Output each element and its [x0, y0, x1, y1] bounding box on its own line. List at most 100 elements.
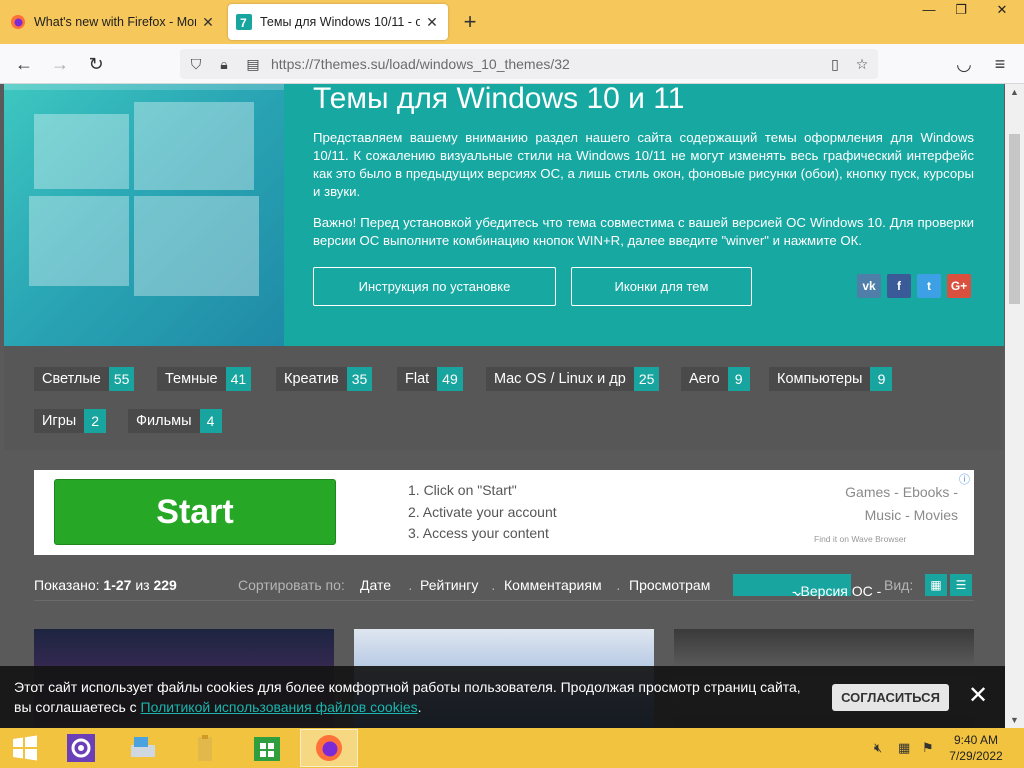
sort-separator: · [616, 580, 621, 596]
category-name: Игры [42, 413, 77, 429]
forward-arrow-icon[interactable]: → [46, 50, 74, 78]
category-count: 49 [437, 367, 463, 391]
cookie-accept-button[interactable]: СОГЛАСИТЬСЯ [832, 684, 949, 711]
sort-by-comments[interactable]: Комментариям [504, 577, 602, 593]
category-count: 4 [199, 409, 222, 433]
tab-firefox-whats-new[interactable]: What's new with Firefox - More ✕ [2, 4, 224, 40]
start-windows-icon[interactable] [0, 729, 50, 767]
tab-title: What's new with Firefox - More [34, 15, 196, 29]
7themes-favicon: 7 [236, 14, 252, 30]
ad-start-button[interactable]: Start [54, 479, 336, 545]
url-bar[interactable]: ⛉ 🔒︎ ▤ https://7themes.su/load/windows_1… [180, 49, 878, 79]
volume-muted-icon[interactable]: 🔇︎ [874, 740, 882, 756]
category-name: Mac OS / Linux и др [494, 371, 626, 387]
pocket-icon[interactable]: ◡ [950, 50, 978, 78]
google-plus-icon[interactable]: G+ [947, 274, 971, 298]
install-instructions-button[interactable]: Инструкция по установке [313, 267, 556, 306]
view-label: Вид: [884, 577, 914, 593]
folder-icon[interactable] [176, 729, 234, 767]
tab-close-icon[interactable]: ✕ [200, 14, 216, 31]
category-count: 41 [225, 367, 252, 391]
back-arrow-icon[interactable]: ← [10, 50, 38, 78]
lock-icon[interactable]: 🔒︎ [213, 53, 235, 75]
grid-view-icon[interactable]: ▦ [925, 574, 947, 596]
category-name: Креатив [284, 371, 339, 387]
ad-info-icon[interactable]: ⓘ [959, 471, 970, 487]
bookmark-star-icon[interactable]: ☆ [851, 53, 873, 75]
category-name: Фильмы [136, 413, 192, 429]
sort-by-rating[interactable]: Рейтингу [420, 577, 478, 593]
sort-by-views[interactable]: Просмотрам [629, 577, 710, 593]
scroll-down-icon[interactable]: ▼ [1005, 712, 1024, 728]
action-center-icon[interactable]: ⚑ [922, 740, 934, 756]
list-view-icon[interactable]: ☰ [950, 574, 972, 596]
category-count: 2 [84, 409, 107, 433]
hero-section: Темы для Windows 10 и 11 Представляем ва… [4, 84, 1004, 346]
windows-taskbar: 🔇︎ ▦ ⚑ 9:40 AM 7/29/2022 [0, 728, 1024, 768]
shield-icon[interactable]: ⛉ [185, 53, 207, 75]
hero-description: Представляем вашему вниманию раздел наше… [313, 130, 974, 199]
window-close-icon[interactable]: ✕ [982, 0, 1022, 22]
tab-7themes[interactable]: 7 Темы для Windows 10/11 - оф ✕ [228, 4, 448, 40]
category-games[interactable]: Игры 2 [34, 409, 107, 433]
new-tab-button[interactable]: + [458, 8, 482, 36]
category-dark[interactable]: Темные 41 [157, 367, 252, 391]
clock-date: 7/29/2022 [949, 749, 1003, 763]
tab-close-icon[interactable]: ✕ [424, 14, 440, 31]
network-icon[interactable]: ▦ [898, 740, 910, 756]
cookie-close-icon[interactable]: ✕ [966, 682, 990, 710]
category-creative[interactable]: Креатив 35 [276, 367, 373, 391]
chevron-down-icon: ⌄ [792, 583, 804, 599]
ad-step: 3. Access your content [408, 525, 549, 541]
firefox-taskbar-icon[interactable] [300, 729, 358, 767]
ad-tagline: Games - Ebooks - [845, 484, 958, 500]
clock-time: 9:40 AM [953, 733, 999, 747]
category-flat[interactable]: Flat 49 [397, 367, 463, 391]
category-count: 35 [346, 367, 373, 391]
facebook-icon[interactable]: f [887, 274, 911, 298]
category-macos-linux[interactable]: Mac OS / Linux и др 25 [486, 367, 660, 391]
page-title: Темы для Windows 10 и 11 [313, 84, 685, 115]
advertisement-banner[interactable]: Start 1. Click on "Start" 2. Activate yo… [34, 470, 974, 555]
os-version-select[interactable]: - Версия ОС - ⌄ [733, 574, 881, 599]
category-count: 9 [870, 367, 893, 391]
ad-steps: 1. Click on "Start" 2. Activate your acc… [408, 480, 557, 545]
file-drive-icon[interactable] [114, 729, 172, 767]
page-scrollbar[interactable]: ▲ ▼ [1005, 84, 1024, 728]
cookie-banner: Этот сайт использует файлы cookies для б… [0, 666, 1005, 728]
browser-tab-bar: What's new with Firefox - More ✕ 7 Темы … [0, 0, 1024, 44]
sort-by-date[interactable]: Дате [360, 577, 391, 593]
reader-view-icon[interactable]: ▯ [824, 53, 846, 75]
theme-icons-button[interactable]: Иконки для тем [571, 267, 752, 306]
url-text[interactable]: https://7themes.su/load/windows_10_theme… [271, 56, 570, 72]
settings-gear-icon[interactable] [52, 729, 110, 767]
scroll-thumb[interactable] [1009, 134, 1020, 304]
hero-warning: Важно! Перед установкой убедитесь что те… [313, 215, 974, 248]
store-icon[interactable] [238, 729, 296, 767]
category-movies[interactable]: Фильмы 4 [128, 409, 222, 433]
sort-label: Сортировать по: [238, 577, 345, 593]
ad-step: 2. Activate your account [408, 503, 557, 520]
category-aero[interactable]: Aero 9 [681, 367, 750, 391]
page-info-icon[interactable]: ▤ [242, 53, 264, 75]
navigation-bar: ← → ↻ ⛉ 🔒︎ ▤ https://7themes.su/load/win… [0, 44, 1024, 84]
scroll-up-icon[interactable]: ▲ [1005, 84, 1024, 100]
system-clock[interactable]: 9:40 AM 7/29/2022 [944, 732, 1008, 764]
menu-hamburger-icon[interactable]: ≡ [986, 50, 1014, 78]
category-name: Aero [689, 371, 720, 387]
category-name: Светлые [42, 371, 101, 387]
windows-logo-image [4, 84, 284, 346]
restore-icon[interactable]: ❐ [944, 0, 978, 22]
results-count: Показано: 1-27 из 229 [34, 577, 177, 593]
vk-icon[interactable]: vk [857, 274, 881, 298]
twitter-icon[interactable]: t [917, 274, 941, 298]
sort-separator: · [491, 580, 496, 596]
ad-tagline: Music - Movies [864, 507, 958, 523]
category-light[interactable]: Светлые 55 [34, 367, 135, 391]
reload-icon[interactable]: ↻ [82, 50, 110, 78]
sort-bar: Показано: 1-27 из 229 Сортировать по: Да… [34, 571, 974, 601]
category-computers[interactable]: Компьютеры 9 [769, 367, 893, 391]
category-name: Flat [405, 371, 430, 387]
cookie-policy-link[interactable]: Политикой использования файлов cookies [141, 699, 418, 715]
minimize-icon[interactable]: — [912, 0, 946, 22]
